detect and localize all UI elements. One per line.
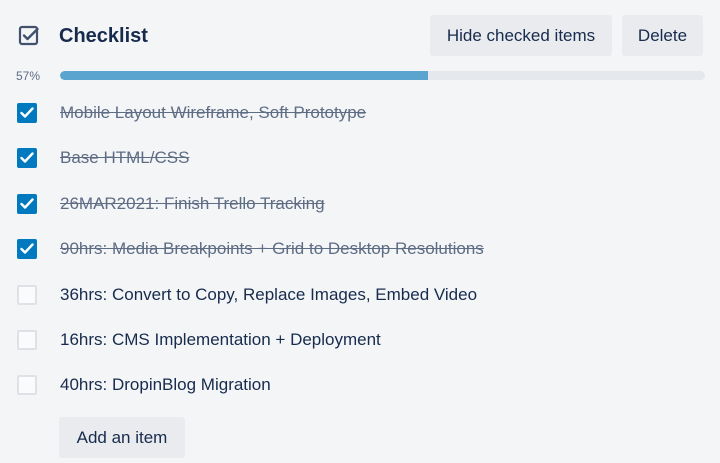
hide-checked-items-button[interactable]: Hide checked items (430, 15, 612, 56)
checklist-item-text[interactable]: 26MAR2021: Finish Trello Tracking (60, 193, 325, 215)
checkbox-unchecked[interactable] (17, 375, 37, 396)
progress-bar-fill (60, 71, 428, 80)
checklist-panel: Checklist Hide checked items Delete 57% … (0, 0, 720, 463)
checkbox-checked[interactable] (17, 148, 37, 169)
check-icon (20, 243, 34, 254)
progress-percentage: 57% (16, 69, 41, 83)
checklist-item: Base HTML/CSS (0, 135, 720, 180)
checkbox-unchecked[interactable] (17, 329, 37, 350)
checklist-item-text[interactable]: 36hrs: Convert to Copy, Replace Images, … (60, 284, 477, 306)
progress-row: 57% (0, 66, 720, 86)
checkbox-checked[interactable] (17, 239, 37, 260)
checkbox-unchecked[interactable] (17, 284, 37, 305)
checklist-item-text[interactable]: 90hrs: Media Breakpoints + Grid to Deskt… (60, 238, 484, 260)
checklist-items: Mobile Layout Wireframe, Soft Prototype B… (0, 90, 720, 408)
checklist-item: 26MAR2021: Finish Trello Tracking (0, 181, 720, 226)
checklist-title: Checklist (59, 25, 148, 47)
checklist-item: 40hrs: DropinBlog Migration (0, 362, 720, 407)
check-icon (20, 152, 34, 164)
checklist-item-text[interactable]: Base HTML/CSS (60, 147, 189, 169)
checklist-item: 90hrs: Media Breakpoints + Grid to Deskt… (0, 226, 720, 271)
checklist-item: 16hrs: CMS Implementation + Deployment (0, 317, 720, 362)
checklist-item-text[interactable]: 40hrs: DropinBlog Migration (60, 374, 271, 396)
checklist-item: Mobile Layout Wireframe, Soft Prototype (0, 90, 720, 135)
add-item-button[interactable]: Add an item (59, 417, 185, 458)
checklist-item-text[interactable]: 16hrs: CMS Implementation + Deployment (60, 329, 381, 351)
progress-bar (60, 71, 705, 80)
checkbox-checked[interactable] (17, 193, 37, 214)
check-icon (20, 107, 34, 118)
checkbox-checked[interactable] (17, 103, 37, 123)
checklist-header: Checklist Hide checked items Delete (0, 14, 720, 58)
checklist-item-text[interactable]: Mobile Layout Wireframe, Soft Prototype (60, 102, 366, 124)
checklist-item: 36hrs: Convert to Copy, Replace Images, … (0, 272, 720, 317)
checkbox-icon (18, 25, 40, 47)
delete-button[interactable]: Delete (622, 15, 703, 56)
check-icon (20, 198, 34, 209)
